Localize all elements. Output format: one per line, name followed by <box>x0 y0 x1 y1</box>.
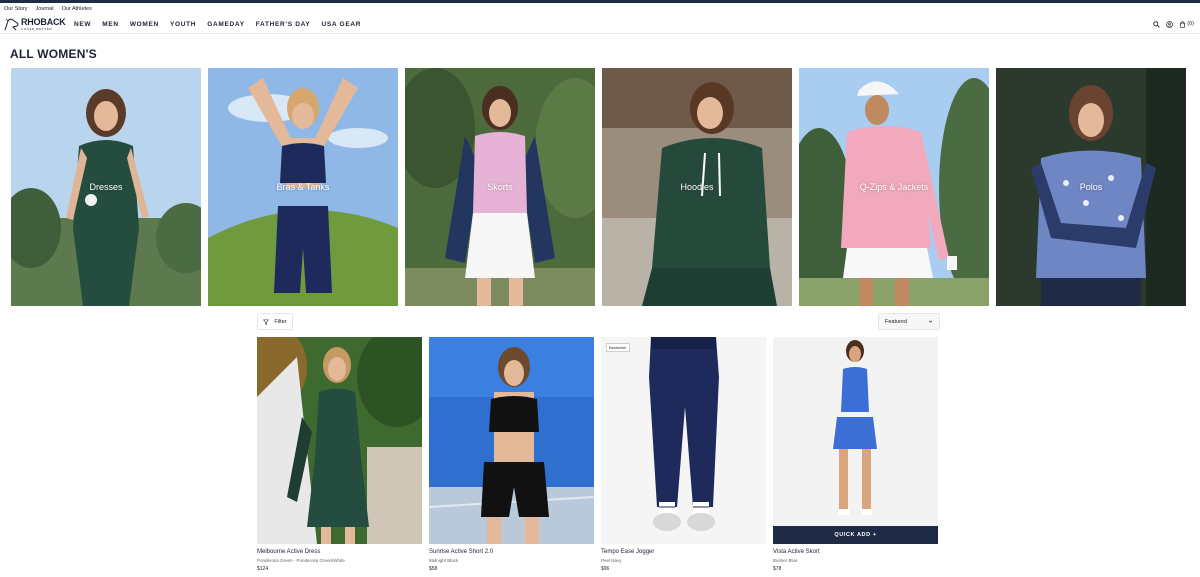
brand-logo[interactable]: RHOBACK CHASE BETTER <box>4 17 66 31</box>
cart-count: (0) <box>1187 21 1194 27</box>
product-name[interactable]: Melbourne Active Dress <box>257 549 320 555</box>
brand-name: RHOBACK <box>21 16 66 27</box>
utility-bar: Our Story Journal Our Athletes <box>0 3 1200 14</box>
category-label: Skorts <box>487 182 513 192</box>
main-navigation: RHOBACK CHASE BETTER NEW MEN WOMEN YOUTH… <box>0 14 1200 34</box>
nav-item-women[interactable]: WOMEN <box>130 21 159 28</box>
category-tile-dresses[interactable]: Dresses <box>11 68 201 306</box>
product-image[interactable]: QUICK ADD + <box>773 337 938 544</box>
utility-link-journal[interactable]: Journal <box>36 6 54 12</box>
search-icon[interactable] <box>1153 20 1161 28</box>
product-price: $96 <box>601 566 610 572</box>
header-actions: (0) <box>1153 14 1194 34</box>
product-price: $78 <box>773 566 782 572</box>
category-tile-skorts[interactable]: Skorts <box>405 68 595 306</box>
product-card[interactable]: Melbourne Active Dress Ponderosa Green -… <box>257 337 422 577</box>
nav-item-youth[interactable]: YOUTH <box>170 21 196 28</box>
sunrise-short-photo <box>429 337 594 544</box>
filter-label: Filter <box>274 318 287 325</box>
page-title: ALL WOMEN'S <box>10 47 97 61</box>
cart-button[interactable]: (0) <box>1179 20 1194 28</box>
product-color: Midnight Black <box>429 558 459 563</box>
product-image[interactable]: Bestseller <box>601 337 766 544</box>
product-color: Bunker Blue <box>773 558 798 563</box>
category-label: Hoodies <box>680 182 714 192</box>
product-card[interactable]: QUICK ADD + Vista Active Skort Bunker Bl… <box>773 337 938 577</box>
nav-item-usa-gear[interactable]: USA GEAR <box>321 21 361 28</box>
category-tile-bras-tanks[interactable]: Bras & Tanks <box>208 68 398 306</box>
product-name[interactable]: Sunrise Active Short 2.0 <box>429 549 493 555</box>
filter-button[interactable]: Filter <box>257 313 293 330</box>
rhoback-logo-icon <box>4 18 19 30</box>
product-price: $58 <box>429 566 438 572</box>
product-name[interactable]: Vista Active Skort <box>773 549 820 555</box>
category-label: Q-Zips & Jackets <box>859 182 929 192</box>
utility-link-our-athletes[interactable]: Our Athletes <box>62 6 92 12</box>
category-label: Polos <box>1079 182 1103 192</box>
vista-skort-photo <box>773 337 938 544</box>
product-image[interactable] <box>257 337 422 544</box>
product-color: Peel Navy <box>601 558 622 563</box>
utility-link-our-story[interactable]: Our Story <box>4 6 28 12</box>
category-tile-qzips-jackets[interactable]: Q-Zips & Jackets <box>799 68 989 306</box>
category-label: Dresses <box>89 182 123 192</box>
product-card[interactable]: Sunrise Active Short 2.0 Midnight Black … <box>429 337 594 577</box>
filter-icon <box>263 319 270 325</box>
chevron-down-icon <box>928 320 933 323</box>
category-tile-hoodies[interactable]: Hoodies <box>602 68 792 306</box>
primary-nav: NEW MEN WOMEN YOUTH GAMEDAY FATHER'S DAY… <box>74 14 361 34</box>
account-icon[interactable] <box>1166 20 1174 28</box>
nav-item-fathers-day[interactable]: FATHER'S DAY <box>256 21 311 28</box>
quick-add-button[interactable]: QUICK ADD + <box>773 526 938 544</box>
nav-item-men[interactable]: MEN <box>102 21 119 28</box>
product-image[interactable] <box>429 337 594 544</box>
bestseller-badge: Bestseller <box>606 343 630 352</box>
cart-icon <box>1180 20 1186 28</box>
melbourne-dress-photo <box>257 337 422 544</box>
product-price: $124 <box>257 566 269 572</box>
product-color: Ponderosa Green - Ponderosa Green/White <box>257 558 345 563</box>
product-card[interactable]: Bestseller Tempo Ease Jogger Peel Navy $… <box>601 337 766 577</box>
sort-dropdown[interactable]: Featured <box>878 313 940 330</box>
tempo-jogger-photo <box>601 337 766 544</box>
product-name[interactable]: Tempo Ease Jogger <box>601 549 654 555</box>
brand-tagline: CHASE BETTER <box>21 26 53 31</box>
category-tile-polos[interactable]: Polos <box>996 68 1186 306</box>
nav-item-gameday[interactable]: GAMEDAY <box>207 21 245 28</box>
nav-item-new[interactable]: NEW <box>74 21 91 28</box>
category-tiles: Dresses Bras & Tanks Skorts Hoodies Q-Zi… <box>11 68 1186 306</box>
sort-selected-value: Featured <box>885 318 908 325</box>
category-label: Bras & Tanks <box>276 182 330 192</box>
